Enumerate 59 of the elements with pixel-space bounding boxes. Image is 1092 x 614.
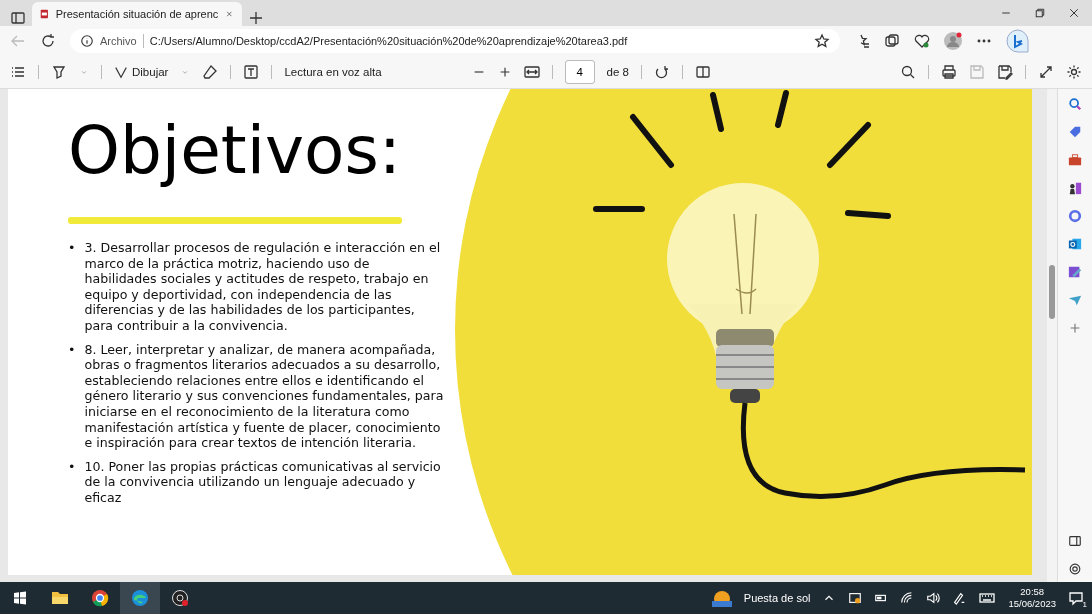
- page-count: de 8: [606, 66, 629, 78]
- page-number-field[interactable]: 4: [564, 60, 595, 84]
- tab-title: Presentación situación de aprenc: [55, 8, 219, 20]
- search-icon[interactable]: [900, 64, 916, 80]
- restore-icon[interactable]: [1034, 7, 1046, 19]
- objective-item: 10. Poner las propias prácticas comunicativas al servicio de la convivencia utilizando un lenguaje adecuado y eficaz: [84, 458, 442, 506]
- recorder-icon[interactable]: [171, 589, 189, 607]
- chat-bubble-icon[interactable]: [1006, 29, 1030, 53]
- tab-actions-icon[interactable]: [10, 10, 26, 26]
- page-view-icon[interactable]: [695, 64, 711, 80]
- volume-icon[interactable]: [926, 591, 941, 605]
- browser-icon[interactable]: [91, 589, 109, 607]
- windows-logo-icon[interactable]: [12, 590, 28, 606]
- chess-pieces-icon[interactable]: [1068, 181, 1082, 195]
- collections-icon[interactable]: [884, 33, 900, 49]
- read-aloud-button[interactable]: Lectura en voz alta: [284, 66, 382, 78]
- scrollbar[interactable]: [1047, 89, 1058, 582]
- expand-icon[interactable]: [1038, 64, 1054, 80]
- objective-item: 3. Desarrollar procesos de regulación e interacción en el marco de la práctica motriz, haciendo uso de habilidades sociales y actitudes de respeto, trabajo en equipo y deportividad, con independencia de las diferencias y de las habilidades de los participantes, para contribuir a la convivencia.: [84, 240, 442, 334]
- refresh-icon[interactable]: [40, 33, 56, 49]
- file-label: Archivo: [100, 35, 137, 47]
- objective-item: 8. Leer, interpretar y analizar, de manera acompañada, obras o fragmentos literarios adecuados a su desarrollo, estableciendo relaciones entre ellos e identificando el género literario y sus convenciones fundamentales, para iniciarse en el reconocimiento de la literatura como manifestación artística y fuente de placer, conocimiento e inspiración para crear textos de intención literaria.: [84, 341, 444, 451]
- browser-tab[interactable]: Presentación situación de aprenc: [32, 2, 242, 26]
- keyboard-icon[interactable]: [978, 590, 997, 606]
- slide-title: Objetivos:: [68, 111, 403, 191]
- bullet-marker: •: [68, 240, 76, 257]
- fit-width-icon[interactable]: [523, 64, 540, 80]
- weather-label[interactable]: Puesta de sol: [743, 592, 811, 604]
- send-icon[interactable]: [1068, 293, 1082, 307]
- contents-icon[interactable]: [10, 64, 26, 80]
- folder-icon[interactable]: [51, 590, 69, 606]
- meet-icon[interactable]: [848, 591, 863, 605]
- avatar-icon[interactable]: [944, 32, 962, 50]
- new-tab-icon[interactable]: [248, 10, 264, 26]
- pdf-file-icon: [40, 8, 49, 20]
- print-icon[interactable]: [941, 64, 957, 80]
- bullet-marker: •: [68, 341, 76, 359]
- url-text: C:/Users/Alumno/Desktop/ccdA2/Presentación%20situación%20de%20aprendizaje%20tarea3.pdf: [149, 35, 628, 47]
- mail-app-icon[interactable]: [1068, 237, 1082, 251]
- notification-icon[interactable]: [1068, 590, 1084, 606]
- save-as-icon[interactable]: [997, 64, 1013, 80]
- notification-count: 1: [1082, 600, 1087, 609]
- eraser-icon[interactable]: [202, 64, 219, 80]
- ring-logo-icon[interactable]: [1068, 209, 1082, 223]
- drawing-app-icon[interactable]: [1068, 265, 1082, 279]
- address-field[interactable]: Archivo C:/Users/Alumno/Desktop/ccdA2/Presentación%20situación%20de%20aprendizaje%20tarea3.pdf: [70, 29, 840, 53]
- tag-icon[interactable]: [1068, 125, 1082, 139]
- info-icon: [80, 34, 94, 48]
- sidebar-icon[interactable]: [1068, 534, 1082, 548]
- bullet-marker: •: [68, 458, 76, 476]
- sunset-icon[interactable]: [711, 589, 732, 607]
- text-icon[interactable]: [243, 64, 260, 80]
- toolbox-icon[interactable]: [1068, 153, 1082, 167]
- clock[interactable]: 20:58 15/06/2023: [1008, 586, 1056, 610]
- star-icon[interactable]: [814, 33, 830, 49]
- heart-pulse-icon[interactable]: [914, 33, 930, 49]
- close-icon[interactable]: [1068, 7, 1080, 19]
- draw-button[interactable]: Dibujar: [114, 65, 169, 79]
- rotate-icon[interactable]: [654, 64, 670, 80]
